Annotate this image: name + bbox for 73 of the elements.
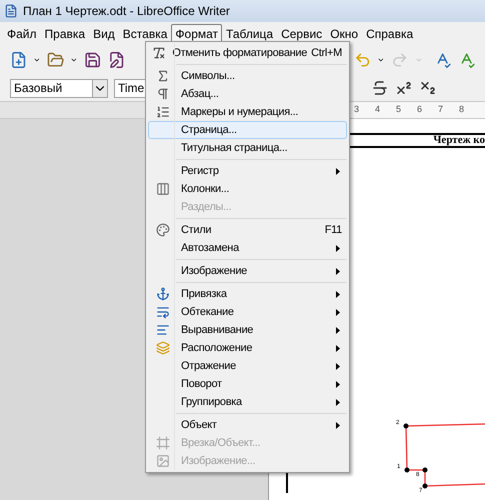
ruler-number: 8: [459, 103, 466, 116]
menu-item[interactable]: Объект: [148, 416, 347, 434]
menu-item[interactable]: Колонки...: [148, 180, 347, 198]
menu-item[interactable]: Расположение: [148, 339, 347, 357]
menu-bar-item[interactable]: Файл: [3, 24, 41, 44]
ruler-number: 3: [354, 103, 360, 116]
menu-item[interactable]: Стили F11: [148, 221, 347, 239]
menu-item[interactable]: Автозамена: [148, 239, 347, 257]
folder-icon[interactable]: [47, 51, 64, 69]
align-icon: [156, 323, 170, 337]
menu-item[interactable]: Страница...: [148, 121, 347, 139]
menu-item[interactable]: Символы...: [148, 67, 347, 85]
wrap-icon: [156, 305, 170, 319]
shortcut-text: Ctrl+M: [311, 46, 342, 61]
columns-icon: [156, 182, 170, 196]
submenu-arrow-icon: [336, 422, 340, 428]
ruler-number: 7: [438, 103, 444, 116]
list-icon: [156, 105, 170, 119]
strikethrough-icon[interactable]: [371, 79, 389, 97]
frame-icon: [156, 436, 170, 450]
style-field[interactable]: Базовый: [10, 78, 108, 98]
submenu-arrow-icon: [336, 398, 340, 406]
menu-bar-item[interactable]: Таблица: [222, 24, 278, 44]
save-as-icon[interactable]: [108, 51, 125, 69]
menu-bar-item[interactable]: Правка: [40, 24, 90, 44]
layers-icon: [156, 341, 170, 355]
table-heading: Чертеж ко: [433, 133, 485, 148]
submenu-arrow-icon: [336, 362, 340, 370]
window-title: План 1 Чертеж.odt - LibreOffice Writer: [23, 3, 230, 20]
menu-bar-item[interactable]: Сервис: [277, 24, 326, 44]
menu-item[interactable]: Маркеры и нумерация...: [148, 103, 347, 121]
clear-formatting-icon: [152, 46, 166, 60]
image-icon: [156, 454, 170, 468]
dropdown-icon[interactable]: [92, 80, 107, 96]
menu-bar-item[interactable]: Справка: [362, 24, 418, 44]
menu-item[interactable]: Выравнивание: [148, 321, 347, 339]
submenu-arrow-icon: [336, 290, 340, 298]
submenu-arrow-icon: [336, 326, 340, 334]
menu-item[interactable]: Группировка: [148, 393, 347, 411]
new-document-icon[interactable]: [10, 51, 28, 69]
menu-bar-item[interactable]: Вид: [89, 24, 119, 44]
submenu-arrow-icon: [336, 308, 340, 316]
submenu-arrow-icon: [336, 268, 340, 274]
menu-item[interactable]: Отражение: [148, 357, 347, 375]
dropdown-icon[interactable]: [70, 56, 78, 64]
menu-item[interactable]: Поворот: [148, 375, 347, 393]
styles-icon: [156, 223, 170, 237]
submenu-arrow-icon: [336, 168, 340, 174]
menu-item[interactable]: Изображение: [148, 262, 347, 280]
menu-bar-item[interactable]: Вставка: [118, 24, 172, 44]
menu-item[interactable]: Абзац...: [148, 85, 347, 103]
ruler-number: 6: [417, 103, 424, 116]
anchor-icon: [156, 287, 170, 301]
menu-item[interactable]: Регистр: [148, 162, 347, 180]
dropdown-icon[interactable]: [33, 56, 42, 64]
menu-bar-item[interactable]: Окно: [326, 24, 362, 44]
document-icon: [4, 4, 18, 18]
menu-item[interactable]: Привязка: [148, 285, 347, 303]
submenu-arrow-icon: [336, 380, 340, 388]
ruler-number: 5: [396, 103, 402, 116]
shortcut-text: F11: [324, 222, 342, 238]
menu-bar-item[interactable]: Формат: [171, 24, 222, 44]
submenu-arrow-icon: [336, 344, 340, 352]
save-icon[interactable]: [84, 51, 102, 69]
superscript-icon[interactable]: [395, 79, 413, 97]
symbol-icon: [156, 69, 170, 83]
submenu-arrow-icon: [336, 244, 340, 252]
ruler-number: 4: [375, 103, 382, 116]
menu-item[interactable]: Титульная страница...: [148, 139, 347, 157]
subscript-icon[interactable]: [419, 79, 437, 97]
paragraph-icon: [156, 87, 170, 101]
menu-item[interactable]: Обтекание: [148, 303, 347, 321]
dropdown-icon[interactable]: [377, 56, 386, 64]
